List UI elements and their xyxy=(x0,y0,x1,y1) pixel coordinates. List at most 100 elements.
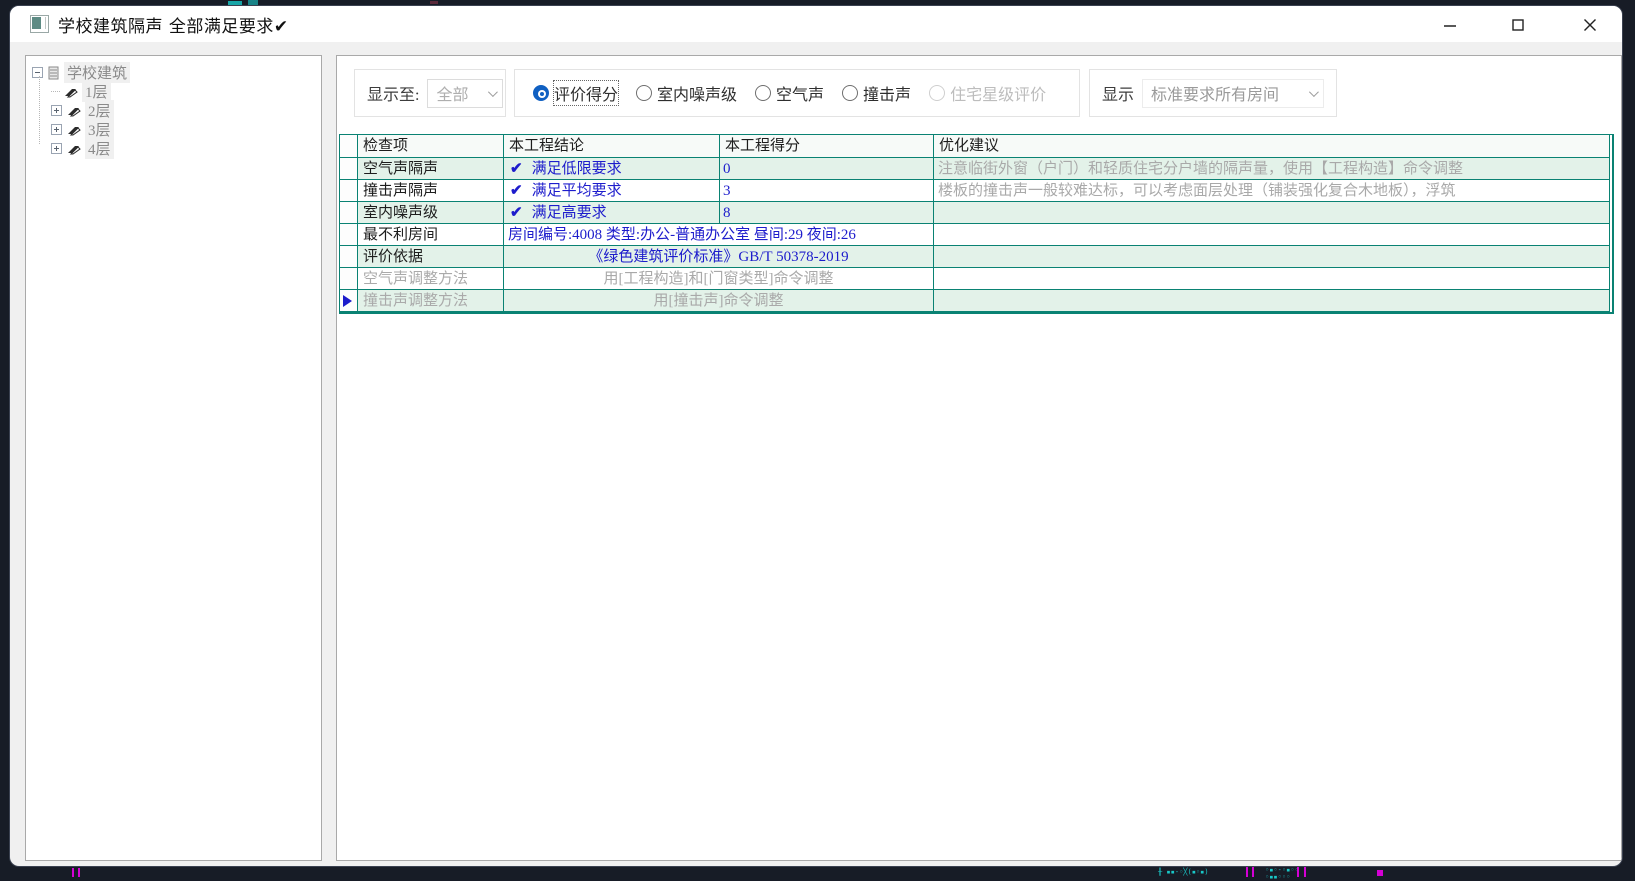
tree-node-label: 1层 xyxy=(82,81,111,102)
cell-conclusion[interactable]: ✔满足平均要求 xyxy=(504,180,720,202)
cell-check-item[interactable]: 空气声隔声 xyxy=(358,158,504,180)
cell-check-item[interactable]: 最不利房间 xyxy=(358,224,504,246)
row-selector[interactable] xyxy=(340,202,358,224)
app-icon xyxy=(30,15,49,33)
cell-advice[interactable] xyxy=(934,246,1610,268)
cad-line xyxy=(78,868,80,877)
radio-label: 室内噪声级 xyxy=(657,81,737,105)
radio-label: 空气声 xyxy=(776,81,824,105)
display-to-select[interactable]: 全部 xyxy=(427,79,503,108)
cad-line xyxy=(1304,867,1306,877)
layer-icon xyxy=(66,104,81,117)
radio-selected-icon[interactable] xyxy=(533,85,549,101)
radio-unselected-icon[interactable] xyxy=(636,85,652,101)
cell-conclusion[interactable]: ✔满足低限要求 xyxy=(504,158,720,180)
cad-text-fragment: ╫ ▪▪-◦╳(▪◦▪) xyxy=(1158,869,1209,876)
cell-advice[interactable] xyxy=(934,224,1610,246)
cell-advice[interactable] xyxy=(934,268,1610,290)
radio-label: 住宅星级评价 xyxy=(950,81,1046,105)
cad-line xyxy=(1297,867,1299,877)
row-selector[interactable] xyxy=(340,224,358,246)
layer-icon xyxy=(63,85,78,98)
layer-icon xyxy=(66,142,81,155)
radio-residential-star: 住宅星级评价 xyxy=(929,81,1046,105)
window-title: 学校建筑隔声 全部满足要求✔ xyxy=(58,12,289,37)
results-table: 检查项本工程结论本工程得分优化建议空气声隔声✔满足低限要求0注意临街外窗（户门）… xyxy=(339,134,1614,314)
cell-check-item[interactable]: 评价依据 xyxy=(358,246,504,268)
cell-merged-value[interactable]: 用[工程构造]和[门窗类型]命令调整 xyxy=(504,268,934,290)
tree-node-floor[interactable]: 3层 xyxy=(26,120,321,139)
cad-box xyxy=(1377,870,1383,876)
cell-check-item[interactable]: 撞击声调整方法 xyxy=(358,290,504,312)
cad-line xyxy=(1246,867,1248,877)
cell-merged-value[interactable]: 《绿色建筑评价标准》GB/T 50378-2019 xyxy=(504,246,934,268)
maximize-button[interactable] xyxy=(1501,12,1535,38)
table-corner-cell xyxy=(340,135,358,158)
tree-expander-plus-icon[interactable] xyxy=(51,143,62,154)
layer-icon xyxy=(66,123,81,136)
metric-radio-group: 评价得分 室内噪声级 空气声 撞击声 住宅星级评价 xyxy=(514,69,1080,117)
cad-text-fragment: ◦▪◦-◦▪◦◦◦▪▪◦◦◦ xyxy=(1265,867,1299,881)
tree-node-floor[interactable]: 1层 xyxy=(26,82,321,101)
radio-indoor-noise[interactable]: 室内噪声级 xyxy=(636,81,737,105)
cell-merged-value[interactable]: 用[撞击声]命令调整 xyxy=(504,290,934,312)
row-selector[interactable] xyxy=(340,290,358,312)
cad-speck xyxy=(248,0,258,5)
column-header-1: 本工程结论 xyxy=(504,135,720,158)
cad-line xyxy=(72,868,74,877)
cad-speck xyxy=(430,1,438,4)
tree-guide xyxy=(51,91,60,92)
radio-unselected-icon[interactable] xyxy=(842,85,858,101)
minimize-button[interactable] xyxy=(1433,12,1467,38)
radio-impact[interactable]: 撞击声 xyxy=(842,81,911,105)
radio-label: 撞击声 xyxy=(863,81,911,105)
radio-score[interactable]: 评价得分 xyxy=(533,81,618,105)
cell-check-item[interactable]: 室内噪声级 xyxy=(358,202,504,224)
cell-merged-value[interactable]: 房间编号:4008 类型:办公-普通办公室 昼间:29 夜间:26 xyxy=(504,224,934,246)
cell-advice[interactable] xyxy=(934,290,1610,312)
chevron-down-icon xyxy=(488,87,498,97)
room-filter-value: 标准要求所有房间 xyxy=(1151,81,1279,105)
cad-line xyxy=(1252,867,1254,877)
radio-label: 评价得分 xyxy=(554,81,618,105)
row-selector[interactable] xyxy=(340,268,358,290)
building-tree-panel: 学校建筑1层2层3层4层 xyxy=(25,55,322,861)
tree-node-root[interactable]: 学校建筑 xyxy=(26,63,321,82)
building-icon xyxy=(47,66,60,80)
cell-score[interactable]: 3 xyxy=(720,180,934,202)
chevron-down-icon xyxy=(1309,87,1319,97)
cell-score[interactable]: 0 xyxy=(720,158,934,180)
display-filter-group: 显示 标准要求所有房间 xyxy=(1089,69,1337,117)
tree-guide xyxy=(39,76,40,144)
tree-expander-plus-icon[interactable] xyxy=(51,124,62,135)
close-button[interactable] xyxy=(1573,12,1607,38)
display-to-label: 显示至: xyxy=(367,81,419,105)
row-selector[interactable] xyxy=(340,158,358,180)
cell-advice[interactable]: 注意临街外窗（户门）和轻质住宅分户墙的隔声量，使用【工程构造】命令调整 xyxy=(934,158,1610,180)
results-panel: 显示至: 全部 评价得分室内噪声级空气声撞击声住宅星级评价 显示 标准要求所有房… xyxy=(336,55,1622,861)
cell-score[interactable]: 8 xyxy=(720,202,934,224)
tree-node-floor[interactable]: 2层 xyxy=(26,101,321,120)
cell-advice[interactable]: 楼板的撞击声一般较难达标，可以考虑面层处理（铺装强化复合木地板），浮筑 xyxy=(934,180,1610,202)
cell-conclusion[interactable]: ✔满足高要求 xyxy=(504,202,720,224)
tree-expander-plus-icon[interactable] xyxy=(51,105,62,116)
tree-node-floor[interactable]: 4层 xyxy=(26,139,321,158)
radio-unselected-icon[interactable] xyxy=(755,85,771,101)
tree-node-label: 学校建筑 xyxy=(64,62,130,83)
radio-airborne[interactable]: 空气声 xyxy=(755,81,824,105)
current-row-marker xyxy=(343,295,352,307)
tree-node-label: 4层 xyxy=(85,138,114,159)
room-filter-select[interactable]: 标准要求所有房间 xyxy=(1142,79,1324,108)
cell-check-item[interactable]: 空气声调整方法 xyxy=(358,268,504,290)
dialog-window: 学校建筑隔声 全部满足要求✔ 学校建筑1层2层3层4层 显示至: 全部 评价得分… xyxy=(10,6,1622,866)
cell-advice[interactable] xyxy=(934,202,1610,224)
check-icon: ✔ xyxy=(510,161,523,177)
row-selector[interactable] xyxy=(340,180,358,202)
row-selector[interactable] xyxy=(340,246,358,268)
display-to-group: 显示至: 全部 xyxy=(354,69,506,117)
cell-check-item[interactable]: 撞击声隔声 xyxy=(358,180,504,202)
tree-expander-minus-icon[interactable] xyxy=(32,67,43,78)
radio-unselected-icon xyxy=(929,85,945,101)
cad-speck xyxy=(228,1,242,5)
check-icon: ✔ xyxy=(510,183,523,199)
